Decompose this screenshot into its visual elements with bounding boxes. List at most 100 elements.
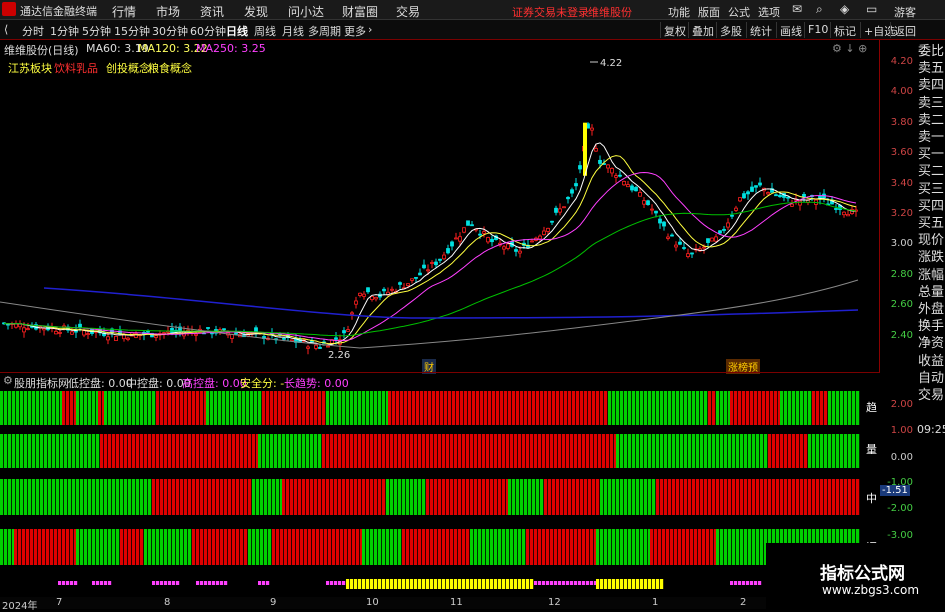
ind-ytick: 0.00 [890,452,913,463]
indicator-bar [248,479,252,515]
indicator-bar [338,479,342,515]
side-item[interactable]: 卖五 [918,61,944,77]
window-icon[interactable]: ▭ [866,2,877,16]
concept-grain[interactable]: 粮食概念 [148,60,192,76]
indicator-bar [306,434,310,468]
settings-icon[interactable]: ⚙ [3,374,13,387]
indicator-panel[interactable]: 趋 量 中 调 [0,389,880,597]
candle-body [54,330,58,335]
indicator-bar [636,434,640,468]
indicator-bar [242,391,246,425]
menu-options[interactable]: 选项 [758,4,780,20]
concept-beverage[interactable]: 饮料乳品 [54,60,98,76]
adjust-button[interactable]: 复权 [660,22,689,38]
chart-tools-icon[interactable]: ⚙ ↓ ⊕ [832,42,867,55]
side-item[interactable]: 卖三 [918,96,944,112]
indicator-bar [482,529,486,565]
indicator-bar [676,479,680,515]
overlay-button[interactable]: 叠加 [688,22,717,38]
menu-market[interactable]: 市场 [156,3,180,20]
side-item[interactable]: 现价 [918,233,944,249]
indicator-bar [852,434,856,468]
period-1min[interactable]: 1分钟 [50,23,79,39]
time-label: 09:25 [917,423,945,436]
side-item[interactable]: 卖二 [918,113,944,129]
indicator-bar [278,391,282,425]
mail-icon[interactable]: ✉ [792,2,802,16]
menu-discover[interactable]: 发现 [244,3,268,20]
candle-body [346,329,350,332]
signal-mark [410,579,414,589]
concept-jiangsu[interactable]: 江苏板块 [8,60,52,76]
side-item[interactable]: 买二 [918,164,944,180]
kline-chart[interactable]: 维维股份(日线) MA60: 3.19 MA120: 3.22 MA250: 3… [0,40,880,374]
login-notice[interactable]: 证券交易未登录 [512,4,589,20]
search-icon[interactable]: ⌕ [816,2,823,17]
period-15min[interactable]: 15分钟 [114,23,150,39]
indicator-bar [8,529,12,565]
side-item[interactable]: 委比 [918,44,944,60]
period-5min[interactable]: 5分钟 [82,23,111,39]
menu-news[interactable]: 资讯 [200,3,224,20]
indicator-bar [394,434,398,468]
side-item[interactable]: 买三 [918,182,944,198]
period-monthly[interactable]: 月线 [282,23,304,39]
user-guest[interactable]: 游客 [894,4,916,20]
indicator-bar [290,434,294,468]
side-item[interactable]: 换手 [918,319,944,335]
period-30min[interactable]: 30分钟 [152,23,188,39]
side-item[interactable]: 自动 [918,371,944,387]
signal-mark [156,581,160,585]
indicator-bar [276,479,280,515]
side-item[interactable]: 收益 [918,354,944,370]
return-button[interactable]: 返回 [890,22,919,38]
indicator-bar [524,479,528,515]
indicator-bar [560,479,564,515]
menu-ask[interactable]: 问小达 [288,3,324,20]
signal-mark [258,581,262,585]
menu-formula[interactable]: 公式 [728,4,750,20]
menu-fortune[interactable]: 财富圈 [342,3,378,20]
indicator-bar [772,479,776,515]
period-60min[interactable]: 60分钟 [190,23,226,39]
side-item[interactable]: 卖四 [918,78,944,94]
period-weekly[interactable]: 周线 [254,23,276,39]
side-item[interactable]: 买五 [918,216,944,232]
mark-button[interactable]: 标记 [830,22,859,38]
period-daily[interactable]: 日线 [226,23,248,39]
period-more[interactable]: 更多 [344,23,366,39]
indicator-bar [792,479,796,515]
indicator-bar [4,479,8,515]
gift-icon[interactable]: ◈ [840,2,849,16]
menu-function[interactable]: 功能 [668,4,690,20]
stock-tag[interactable]: 维维股份 [588,4,632,20]
draw-line-button[interactable]: 画线 [776,22,805,38]
candle-body [146,330,150,333]
candle-body [306,346,310,349]
indicator-bar [36,391,40,425]
side-item[interactable]: 外盘 [918,302,944,318]
menu-quotes[interactable]: 行情 [112,3,136,20]
back-arrow-icon[interactable]: ⟨ [4,23,8,36]
f10-button[interactable]: F10 [804,22,831,38]
side-item[interactable]: 买四 [918,199,944,215]
concept-venture[interactable]: 创投概念 [106,60,150,76]
side-item[interactable]: 涨跌 [918,250,944,266]
indicator-bar [184,434,188,468]
period-multi[interactable]: 多周期 [308,23,341,39]
indicator-bar [470,529,474,565]
multi-stock-button[interactable]: 多股 [716,22,745,38]
side-item[interactable]: 交易 [918,388,944,404]
menu-layout[interactable]: 版面 [698,4,720,20]
side-item[interactable]: 净资 [918,336,944,352]
side-item[interactable]: 总量 [918,285,944,301]
statistics-button[interactable]: 统计 [746,22,775,38]
chevron-right-icon[interactable]: › [368,23,372,36]
side-item[interactable]: 涨幅 [918,268,944,284]
menu-trade[interactable]: 交易 [396,3,420,20]
indicator-bar [812,391,816,425]
signal-mark [350,579,354,589]
side-item[interactable]: 卖一 [918,130,944,146]
side-item[interactable]: 买一 [918,147,944,163]
period-tick[interactable]: 分时 [22,23,44,39]
